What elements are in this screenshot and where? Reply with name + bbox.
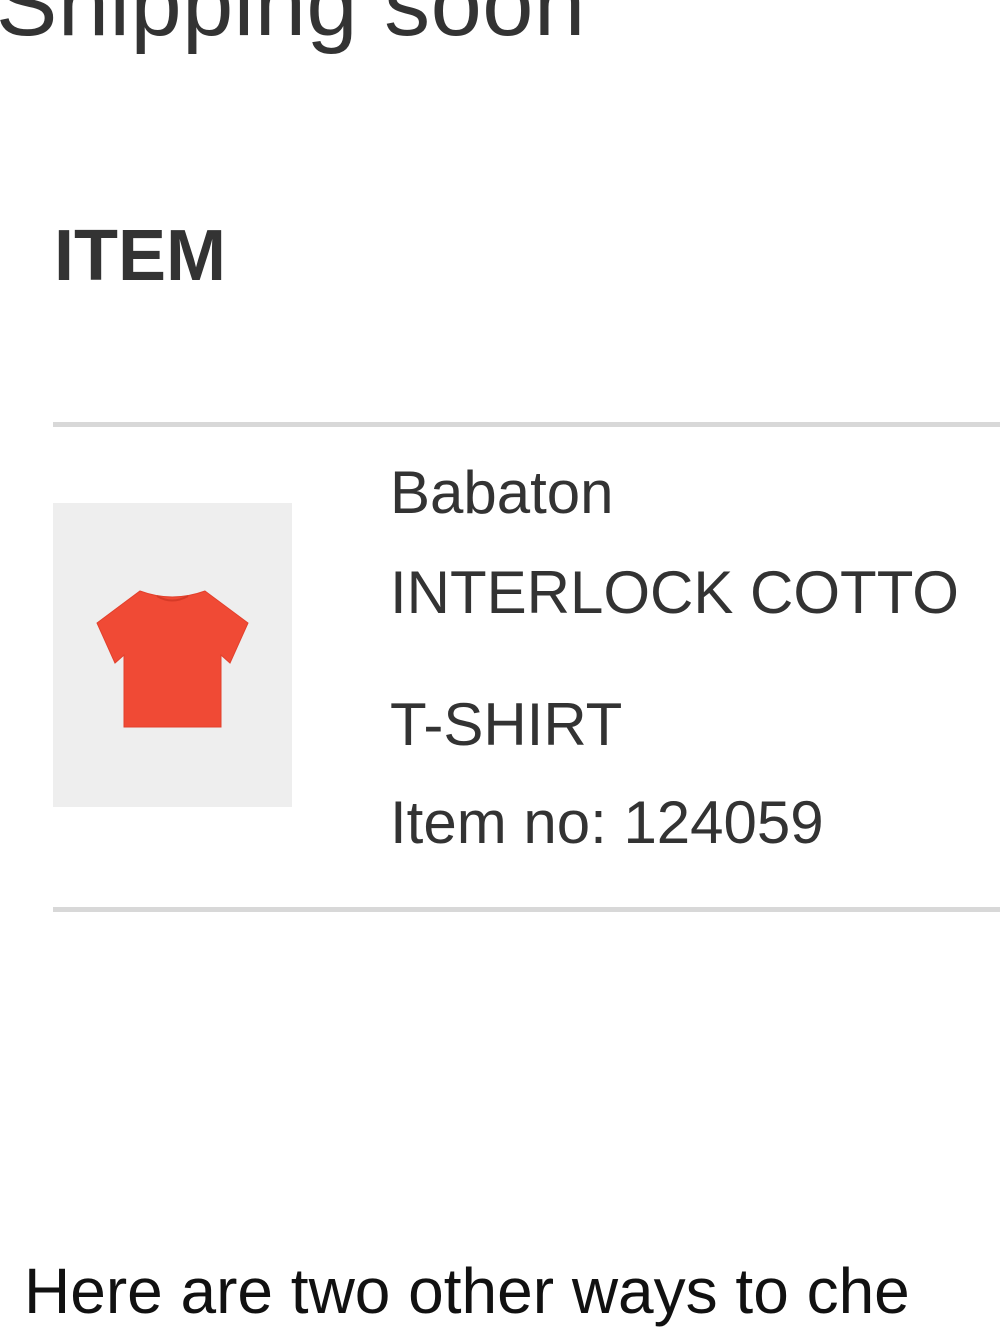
product-image[interactable] <box>53 503 292 807</box>
section-heading-item: ITEM <box>54 216 226 296</box>
tshirt-icon <box>96 590 249 728</box>
product-name[interactable]: INTERLOCK COTTO <box>390 558 959 627</box>
divider-top <box>53 422 1000 427</box>
footer-text: Here are two other ways to che <box>24 1255 910 1327</box>
product-brand[interactable]: Babaton <box>390 458 614 527</box>
page-title: Shipping soon <box>0 0 586 55</box>
divider-bottom <box>53 907 1000 912</box>
product-name-continued[interactable]: T-SHIRT <box>390 690 622 759</box>
product-item-number: Item no: 124059 <box>390 789 824 856</box>
